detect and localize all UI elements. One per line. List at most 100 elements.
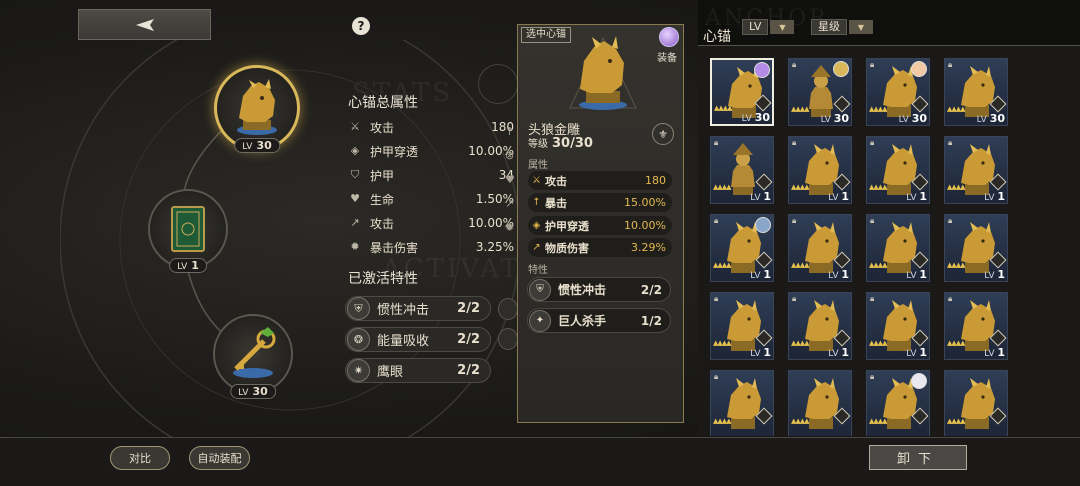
inventory-cell[interactable]: 🔒︎ ▲▲▲▲ LV 1 (866, 214, 930, 282)
lock-icon: 🔒︎ (714, 372, 719, 381)
shield-icon: ⛉ (350, 168, 360, 181)
back-arrow-icon (135, 18, 154, 31)
inventory-cell[interactable]: 🔒︎ ▲▲▲▲ LV 1 (788, 214, 852, 282)
star-rating-icon: ▲▲▲▲ (713, 339, 732, 347)
hawkeye-icon: ✷ (347, 359, 370, 382)
inventory-cell[interactable]: 🔒︎ ▲▲▲▲ (866, 370, 930, 436)
anchor-slot-1[interactable]: LV 30 (214, 65, 300, 153)
trait-icon-partial (498, 328, 518, 350)
lock-icon: 🔒︎ (792, 294, 797, 303)
inventory-cell[interactable]: ▲▲▲▲ (788, 370, 852, 436)
wolf-bust-icon (237, 79, 277, 135)
cell-level: LV 1 (750, 268, 771, 281)
inventory-cell[interactable]: ▲▲▲▲ (944, 370, 1008, 436)
inventory-grid: ▲▲▲▲ LV 30 🔒︎ ▲▲▲▲ LV 30 🔒︎ ▲▲▲▲ LV 30 🔒︎ ▲▲▲▲ LV … (710, 58, 1075, 436)
star-rating-icon: ▲▲▲▲ (869, 417, 888, 425)
star-rating-icon: ▲▲▲▲ (791, 417, 810, 425)
inventory-cell[interactable]: 🔒︎ ▲▲▲▲ LV 1 (944, 214, 1008, 282)
auto-equip-button[interactable]: 自动装配 (189, 446, 250, 470)
lock-icon: 🔒︎ (792, 216, 797, 225)
emblem-icon (478, 64, 518, 104)
cell-level: LV 1 (906, 268, 927, 281)
lock-icon: 🔒︎ (870, 60, 875, 69)
total-stats-title: 心锚总属性 (348, 95, 418, 111)
compare-button[interactable]: 对比 (110, 446, 170, 470)
inventory-cell[interactable]: 🔒︎ ▲▲▲▲ LV 1 (866, 292, 930, 360)
star-rating-icon: ▲▲▲▲ (947, 261, 966, 269)
cell-level: LV 1 (906, 190, 927, 203)
cell-level: LV 30 (976, 112, 1005, 125)
sword-icon: ⚔ (350, 120, 360, 133)
inventory-cell[interactable]: 🔒︎ ▲▲▲▲ (710, 370, 774, 436)
inventory-cell[interactable]: 🔒︎ ▲▲▲▲ LV 1 (944, 136, 1008, 204)
armor-pierce-icon: ◈ (350, 144, 360, 157)
help-icon[interactable]: ? (352, 17, 370, 35)
physical-damage-icon: ↗ (532, 242, 541, 253)
cell-level: LV 1 (984, 268, 1005, 281)
lock-icon: 🔒︎ (714, 216, 719, 225)
dropdown-arrow-icon: ▼ (770, 20, 795, 34)
star-rating-icon: ▲▲▲▲ (791, 261, 810, 269)
cell-level: LV 1 (906, 346, 927, 359)
stat-row: ↗ 攻击 10.00% (348, 211, 516, 235)
attr-title: 属性 (528, 160, 548, 171)
giant-slayer-icon: ✦ (529, 309, 551, 332)
cell-level: LV 1 (984, 190, 1005, 203)
stat-column-2-icons: ↑ ⊗ ♥ ↗ ✹ (505, 120, 515, 240)
energy-absorb-icon: ❂ (347, 328, 370, 351)
selected-trait-pill[interactable]: ⛨ 惯性冲击 2/2 (527, 277, 671, 302)
lock-icon: 🔒︎ (948, 294, 953, 303)
inventory-cell[interactable]: 🔒︎ ▲▲▲▲ LV 1 (710, 136, 774, 204)
inventory-cell[interactable]: 🔒︎ ▲▲▲▲ LV 1 (788, 136, 852, 204)
lock-icon: 🔒︎ (870, 372, 875, 381)
trait-pill[interactable]: ⛨ 惯性冲击 2/2 (345, 296, 491, 321)
inventory-cell[interactable]: 🔒︎ ▲▲▲▲ LV 30 (944, 58, 1008, 126)
selected-trait-pill[interactable]: ✦ 巨人杀手 1/2 (527, 308, 671, 333)
star-rating-icon: ▲▲▲▲ (791, 105, 810, 113)
attr-pill: ↗ 物质伤害 3.29% (528, 238, 672, 257)
star-rating-icon: ▲▲▲▲ (713, 417, 732, 425)
attr-pill: ↑ 暴击 15.00% (528, 193, 672, 212)
star-rating-icon: ▲▲▲▲ (947, 339, 966, 347)
attack-icon: ⚔ (532, 175, 541, 186)
cell-level: LV 1 (984, 346, 1005, 359)
anchor-slot-3[interactable]: LV 30 (213, 314, 293, 399)
star-rating-icon: ▲▲▲▲ (947, 105, 966, 113)
filter-star[interactable]: 星级 ▼ (811, 19, 873, 35)
owner-avatar (833, 61, 849, 77)
inventory-cell[interactable]: 🔒︎ ▲▲▲▲ LV 1 (788, 292, 852, 360)
lock-icon: 🔒︎ (948, 60, 953, 69)
stat-icon: ♥ (505, 173, 515, 186)
lock-icon: 🔒︎ (714, 294, 719, 303)
star-rating-icon: ▲▲▲▲ (947, 417, 966, 425)
filter-level[interactable]: LV ▼ (742, 19, 795, 35)
inventory-cell[interactable]: 🔒︎ ▲▲▲▲ LV 30 (788, 58, 852, 126)
slot-level-badge: LV 1 (169, 258, 207, 273)
back-button[interactable] (78, 9, 211, 40)
selected-anchor-panel: 选中心锚 装备 头狼金雕 等级 30/30 ⚜ 属性 ⚔ 攻击 180 ↑ 暴击 15.… (517, 24, 684, 423)
equipped-character-avatar[interactable] (659, 27, 679, 47)
attr-pill: ◈ 护甲穿透 10.00% (528, 216, 672, 235)
dropdown-arrow-icon: ▼ (849, 20, 873, 34)
total-stats-list: ⚔ 攻击 180 ◈ 护甲穿透 10.00% ⛉ 护甲 34 ♥ 生命 1.50% ↗ 攻击 10.… (348, 115, 516, 263)
inventory-cell[interactable]: 🔒︎ ▲▲▲▲ LV 1 (944, 292, 1008, 360)
inventory-cell[interactable]: 🔒︎ ▲▲▲▲ LV 1 (710, 214, 774, 282)
cell-level: LV 1 (750, 190, 771, 203)
cell-level: LV 30 (898, 112, 927, 125)
lock-icon: 🔒︎ (870, 138, 875, 147)
unequip-button[interactable]: 卸下 (869, 445, 967, 470)
inventory-cell[interactable]: 🔒︎ ▲▲▲▲ LV 1 (866, 136, 930, 204)
trait-pill[interactable]: ✷ 鹰眼 2/2 (345, 358, 491, 383)
owner-avatar (755, 217, 771, 233)
inventory-cell[interactable]: 🔒︎ ▲▲▲▲ LV 1 (710, 292, 774, 360)
cell-level: LV 30 (741, 111, 770, 124)
inventory-cell[interactable]: ▲▲▲▲ LV 30 (710, 58, 774, 126)
anchor-slot-2[interactable]: LV 1 (148, 189, 228, 273)
trait-title: 特性 (528, 265, 548, 276)
selected-panel-header: 选中心锚 (521, 27, 571, 43)
star-rating-icon: ▲▲▲▲ (869, 183, 888, 191)
lock-icon: 🔒︎ (714, 138, 719, 147)
stat-row: ◈ 护甲穿透 10.00% (348, 139, 516, 163)
trait-pill[interactable]: ❂ 能量吸收 2/2 (345, 327, 491, 352)
inventory-cell[interactable]: 🔒︎ ▲▲▲▲ LV 30 (866, 58, 930, 126)
